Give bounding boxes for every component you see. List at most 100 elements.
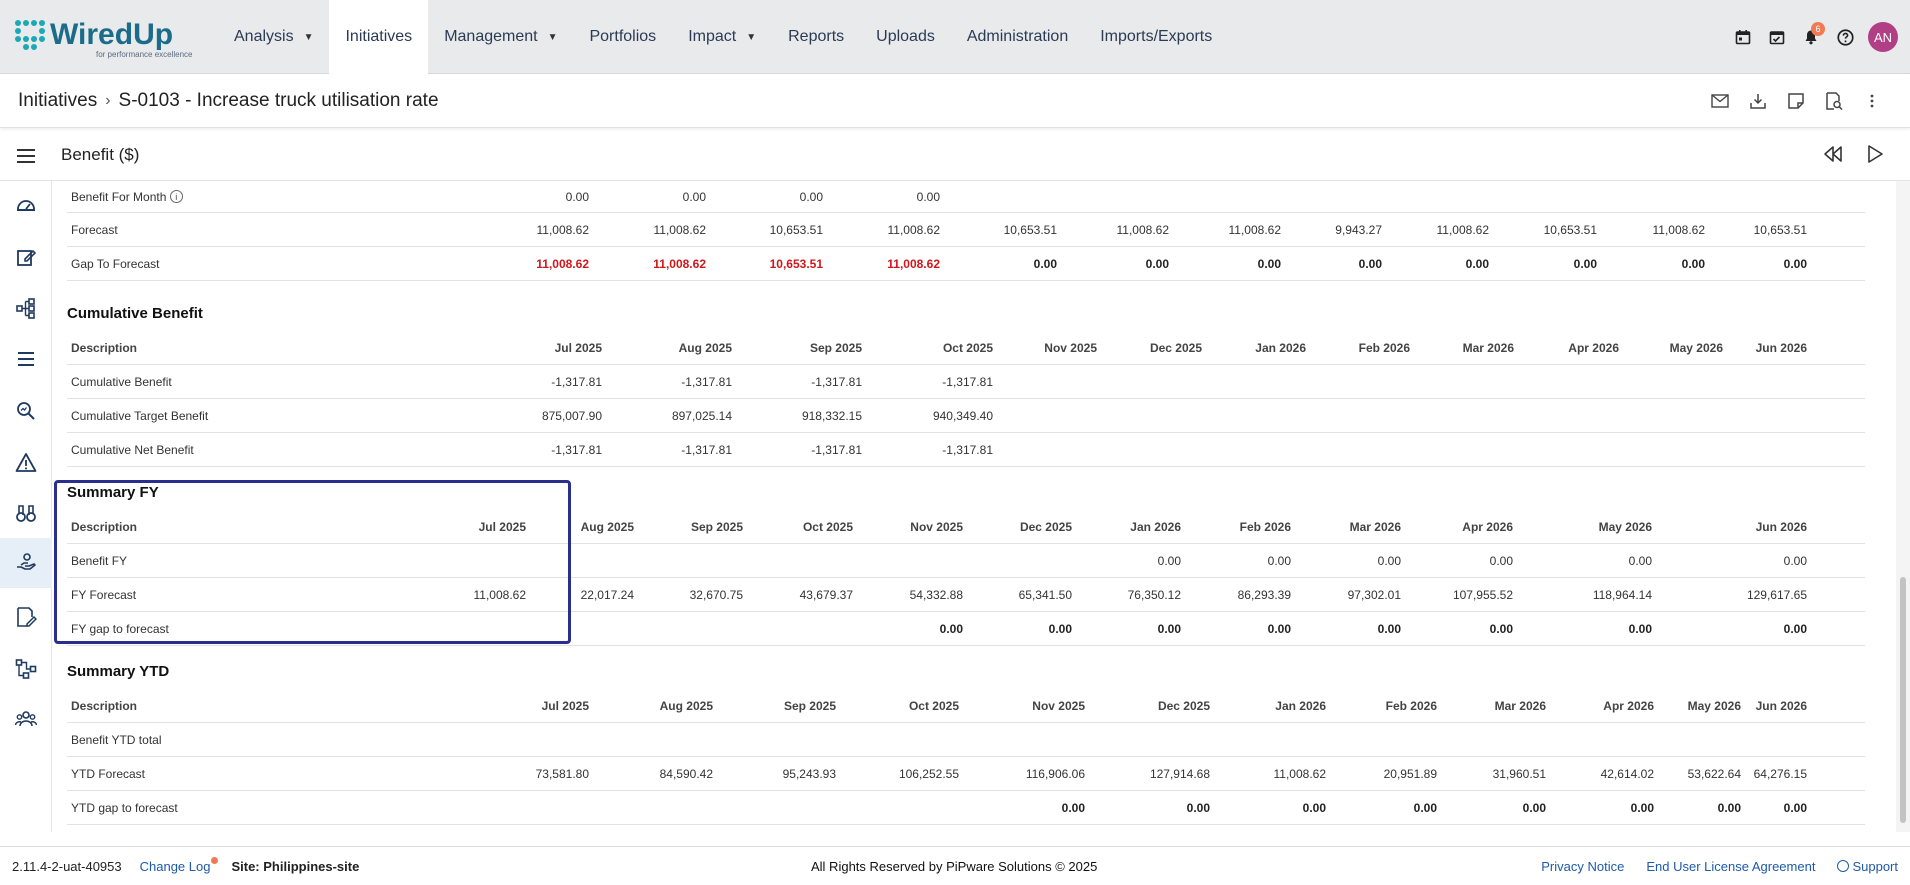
document-sign-icon[interactable] [12, 603, 40, 631]
privacy-link[interactable]: Privacy Notice [1541, 859, 1624, 874]
search-analytics-icon[interactable] [12, 397, 40, 425]
cell: 11,008.62 [653, 257, 706, 271]
column-header: Jul 2025 [541, 699, 589, 713]
cell: 116,906.06 [1025, 767, 1085, 781]
cell: 0.00 [1522, 801, 1546, 815]
row-label: FY gap to forecast [71, 622, 169, 636]
nav-uploads[interactable]: Uploads [860, 0, 951, 74]
nav-management[interactable]: Management ▼ [428, 0, 573, 74]
nav-portfolios[interactable]: Portfolios [573, 0, 672, 74]
table-row: FY gap to forecast 0.00 0.00 0.00 0.00 0… [67, 612, 1865, 646]
list-icon[interactable] [12, 345, 40, 373]
table-row: Gap To Forecast 11,008.62 11,008.62 10,6… [67, 247, 1865, 281]
main-nav: Analysis ▼ Initiatives Management ▼ Portfo… [218, 0, 1228, 74]
table-header-row: Description Jul 2025 Aug 2025 Sep 2025 O… [67, 510, 1865, 544]
column-header: Dec 2025 [1019, 520, 1072, 534]
document-search-icon[interactable] [1820, 87, 1848, 115]
cell: 0.00 [1358, 257, 1382, 271]
support-link[interactable]: Support [1837, 859, 1898, 874]
cell: 0.00 [682, 190, 706, 204]
logo-wordmark: WiredUp [50, 18, 173, 51]
play-icon[interactable] [1864, 143, 1886, 165]
table-row: Cumulative Net Benefit -1,317.81 -1,317.… [67, 433, 1865, 467]
scroll-thumb[interactable] [1900, 577, 1906, 823]
avatar[interactable]: AN [1868, 22, 1898, 52]
bell-icon[interactable]: 6 [1794, 20, 1828, 54]
hierarchy-icon[interactable] [12, 294, 40, 322]
cell: 0.00 [799, 190, 823, 204]
cell: 11,008.62 [1116, 223, 1170, 237]
column-header: Mar 2026 [1462, 341, 1514, 355]
column-header: Jun 2026 [1755, 699, 1807, 713]
cell: 84,590.42 [659, 767, 713, 781]
nav-administration[interactable]: Administration [951, 0, 1084, 74]
version-label: 2.11.4-2-uat-40953 [12, 859, 122, 874]
column-header: Jan 2026 [1275, 699, 1326, 713]
cell: 11,008.62 [1273, 767, 1327, 781]
email-icon[interactable] [1706, 87, 1734, 115]
cell: 940,349.40 [932, 409, 993, 423]
cell: 0.00 [1267, 554, 1291, 568]
more-vertical-icon[interactable] [1858, 87, 1886, 115]
rewind-icon[interactable] [1822, 143, 1844, 165]
calendar-icon[interactable] [1726, 20, 1760, 54]
warning-icon[interactable] [12, 449, 40, 477]
workflow-icon[interactable] [12, 655, 40, 683]
cell: 11,008.62 [1652, 223, 1706, 237]
column-header: Feb 2026 [1385, 699, 1437, 713]
column-header: Sep 2025 [809, 341, 862, 355]
cell: 95,243.93 [782, 767, 836, 781]
nav-imports-exports[interactable]: Imports/Exports [1084, 0, 1228, 74]
users-group-icon[interactable] [12, 705, 40, 733]
cell: 0.00 [1783, 622, 1807, 636]
dashboard-gauge-icon[interactable] [12, 191, 40, 219]
wiredup-logo[interactable]: WiredUp for performance excellence [12, 13, 202, 61]
cell: 73,581.80 [535, 767, 589, 781]
info-icon[interactable]: i [169, 190, 183, 203]
cell: 10,653.51 [1753, 223, 1807, 237]
column-header: Jul 2025 [478, 520, 526, 534]
copyright: All Rights Reserved by PiPware Solutions… [811, 859, 1098, 874]
download-icon[interactable] [1744, 87, 1772, 115]
vertical-scrollbar[interactable] [1896, 181, 1910, 832]
help-icon[interactable] [1828, 20, 1862, 54]
row-label: Benefit YTD total [71, 733, 162, 747]
cell: 10,653.51 [1003, 223, 1057, 237]
nav-initiatives[interactable]: Initiatives [329, 0, 429, 74]
nav-reports[interactable]: Reports [772, 0, 860, 74]
cell: -1,317.81 [942, 375, 993, 389]
cell: 31,960.51 [1492, 767, 1546, 781]
section-title-summary-fy: Summary FY [67, 484, 159, 501]
breadcrumb-initiatives[interactable]: Initiatives [18, 90, 97, 112]
cell: 0.00 [1033, 257, 1057, 271]
chevron-down-icon: ▼ [547, 31, 558, 43]
note-icon[interactable] [1782, 87, 1810, 115]
column-header: Jun 2026 [1755, 341, 1807, 355]
section-title: Benefit ($) [61, 145, 140, 164]
change-log-link[interactable]: Change Log [140, 859, 211, 874]
benefit-hand-icon[interactable] [0, 538, 52, 588]
cell: 0.00 [565, 190, 589, 204]
column-header: Dec 2025 [1157, 699, 1210, 713]
column-header: Aug 2025 [678, 341, 732, 355]
row-label: Benefit For Month [71, 190, 167, 204]
hamburger-menu-icon[interactable] [14, 144, 38, 168]
nav-analysis[interactable]: Analysis ▼ [218, 0, 329, 74]
edit-icon[interactable] [12, 243, 40, 271]
binoculars-icon[interactable] [12, 499, 40, 527]
cell: 11,008.62 [653, 223, 707, 237]
calendar-check-icon[interactable] [1760, 20, 1794, 54]
cell: 897,025.14 [671, 409, 732, 423]
column-header: Sep 2025 [783, 699, 836, 713]
cell: -1,317.81 [811, 443, 862, 457]
cell: 22,017.24 [580, 588, 634, 602]
eula-link[interactable]: End User License Agreement [1646, 859, 1815, 874]
cell: 0.00 [1377, 554, 1401, 568]
section-title-summary-ytd: Summary YTD [67, 663, 170, 680]
column-header: Apr 2026 [1568, 341, 1619, 355]
nav-impact[interactable]: Impact ▼ [672, 0, 772, 74]
table-row: YTD gap to forecast 0.00 0.00 0.00 0.00 … [67, 791, 1865, 825]
cell: -1,317.81 [942, 443, 993, 457]
changelog-dot-icon [211, 857, 219, 864]
table-row: Cumulative Benefit -1,317.81 -1,317.81 -… [67, 365, 1865, 399]
